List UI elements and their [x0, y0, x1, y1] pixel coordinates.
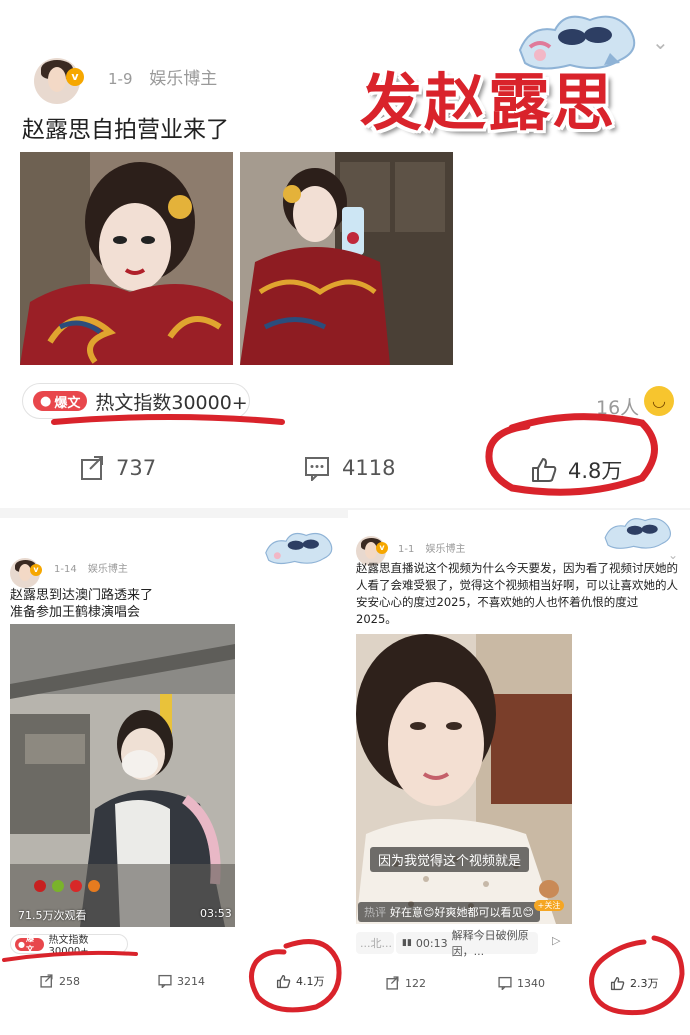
subtitle-bar[interactable]: ▮▮ 00:13 解释今日破例原因，... [396, 929, 538, 958]
verified-badge-icon: v [30, 564, 42, 576]
post-image-2[interactable] [240, 152, 453, 365]
hot-comment-row: 热评 好在意😊好爽她都可以看见😊 [358, 902, 540, 922]
laugh-emoji-icon: ◡ [644, 386, 674, 416]
video-duration: 03:53 [200, 907, 232, 920]
repost-count: 258 [59, 974, 80, 988]
comment-count: 1340 [517, 976, 545, 990]
repost-icon [40, 974, 53, 988]
red-circle-mark [589, 935, 685, 1016]
like-button[interactable]: 2.3万 [610, 975, 659, 991]
hot-badge: ● 爆文 [33, 391, 88, 411]
post-date: 1-9 [108, 70, 133, 88]
verified-badge-icon: v [376, 542, 388, 554]
post-text-line-2: 准备参加王鹤棣演唱会 [10, 605, 141, 620]
hot-index-pill[interactable]: ● 爆文 热文指数30000+ [22, 383, 250, 419]
hot-index-text: 热文指数30000+ [48, 935, 89, 957]
hot-index-text: 热文指数30000+ [95, 391, 248, 414]
post-image-1[interactable] [20, 152, 233, 365]
play-icon[interactable]: ▷ [552, 934, 560, 947]
post-meta: 1-9 娱乐博主 [108, 64, 217, 89]
cartoon-sticker-icon [518, 15, 636, 70]
right-post-card: v 1-1 娱乐博主 ⌄ 赵露思直播说这个视频为什么今天要发，因为看了视频讨厌她… [348, 510, 690, 1035]
hot-index-pill[interactable]: ● 爆文 热文指数30000+ [10, 934, 128, 957]
comment-count: 3214 [177, 974, 205, 988]
comment-count: 4118 [342, 456, 396, 480]
repost-count: 737 [116, 456, 157, 480]
hot-comment-text: 好在意😊好爽她都可以看见😊 [390, 906, 534, 919]
follow-button[interactable]: +关注 [534, 880, 564, 914]
audio-wave-icon: ▮▮ [402, 938, 412, 948]
flame-icon: ● [40, 393, 52, 409]
author-tag: 娱乐博主 [149, 69, 218, 89]
post-text: 赵露思自拍营业来了 [22, 117, 229, 143]
repost-button[interactable]: 122 [386, 976, 426, 990]
comment-button[interactable]: 4118 [304, 455, 395, 481]
subtitle-text: 解释今日破例原因，... [451, 929, 529, 958]
post-meta: 1-1 娱乐博主 [398, 540, 466, 555]
post-text: 赵露思直播说这个视频为什么今天要发，因为看了视频讨厌她的人看了会难受狠了，觉得这… [356, 561, 678, 626]
author-tag: 娱乐博主 [87, 564, 128, 575]
thumbs-up-icon [532, 458, 557, 482]
like-button[interactable]: 4.1万 [276, 973, 325, 989]
comment-button[interactable]: 1340 [498, 976, 545, 990]
repost-button[interactable]: 258 [40, 974, 80, 988]
view-count: 71.5万次观看 [18, 909, 87, 922]
like-count: 4.8万 [568, 459, 623, 483]
repost-count: 122 [405, 976, 426, 990]
flame-icon: ● [18, 939, 25, 949]
mascot-icon [539, 880, 559, 898]
thumbs-up-icon [276, 974, 291, 988]
hot-badge: ● 爆文 [15, 934, 45, 954]
repost-icon [386, 976, 399, 990]
cartoon-sticker-icon [604, 518, 671, 549]
like-button[interactable]: 4.8万 [530, 455, 622, 485]
repost-button[interactable]: 737 [80, 455, 156, 481]
comment-button[interactable]: 3214 [158, 974, 205, 988]
verified-badge-icon: v [66, 68, 84, 86]
top-post-card: v 1-9 娱乐博主 赵露思自拍营业来了 发赵露思 ⌄ ● 爆文 热文指数300… [0, 0, 690, 505]
subtitle-time: 00:13 [415, 936, 448, 950]
left-post-card: v 1-14 娱乐博主 赵露思到达澳门路透来了 准备参加王鹤棣演唱会 71.5万… [0, 520, 345, 1035]
thumbs-up-icon [610, 976, 625, 990]
chevron-down-icon[interactable]: ⌄ [652, 30, 669, 54]
video-thumbnail[interactable] [10, 624, 235, 927]
video-caption: 因为我觉得这个视频就是 [370, 847, 530, 872]
post-date: 1-14 [54, 564, 77, 575]
cartoon-sticker-icon [265, 532, 333, 565]
comment-icon [498, 976, 512, 990]
like-count: 4.1万 [296, 975, 325, 988]
subtitle-bar-left[interactable]: ...北... [356, 932, 394, 954]
repost-icon [81, 456, 103, 480]
hot-comment-label: 热评 [364, 906, 386, 919]
reactor-count: 16人 [596, 397, 640, 419]
like-count: 2.3万 [630, 977, 659, 990]
author-tag: 娱乐博主 [425, 544, 466, 555]
comment-icon [305, 457, 329, 481]
comment-icon [158, 974, 172, 988]
post-date: 1-1 [398, 544, 415, 555]
post-meta: 1-14 娱乐博主 [54, 560, 128, 575]
